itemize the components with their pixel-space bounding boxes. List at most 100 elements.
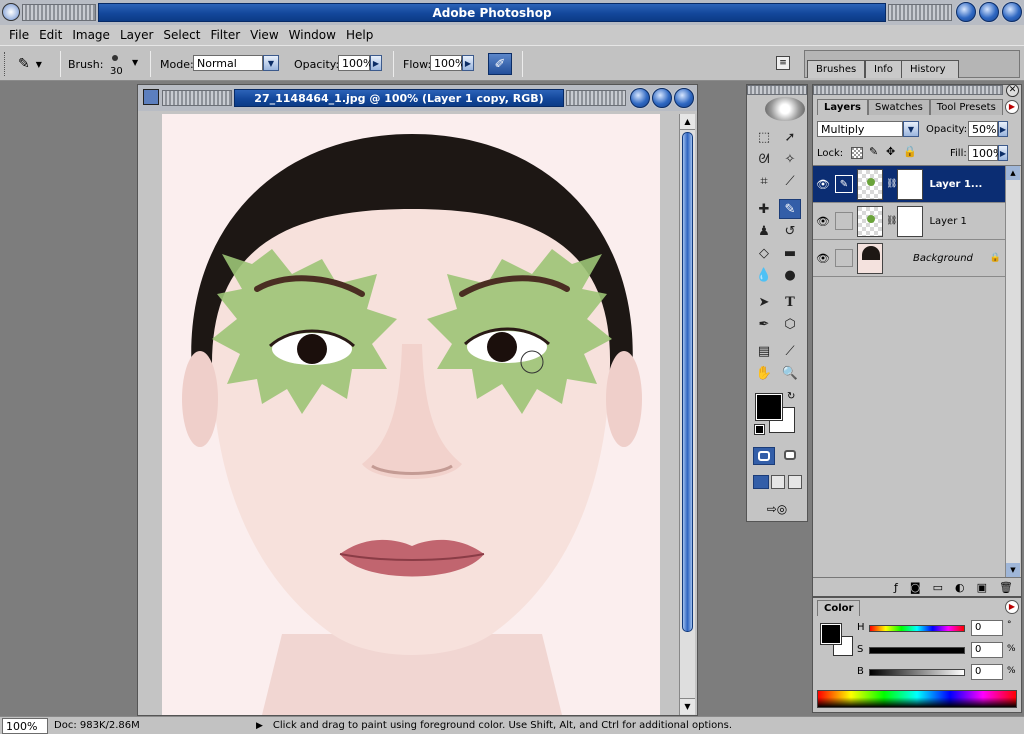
- dodge-tool-icon[interactable]: ●: [779, 265, 801, 285]
- new-layer-icon[interactable]: ▣: [977, 581, 987, 594]
- doc-minimize-button[interactable]: [630, 88, 650, 108]
- close-button[interactable]: [1002, 2, 1022, 22]
- tab-color[interactable]: Color: [817, 600, 861, 616]
- blur-tool-icon[interactable]: 💧: [753, 265, 775, 285]
- notes-tool-icon[interactable]: ▤: [753, 341, 775, 361]
- doc-maximize-button[interactable]: [652, 88, 672, 108]
- eye-icon[interactable]: 👁: [813, 178, 833, 191]
- trash-icon[interactable]: 🗑: [999, 581, 1013, 594]
- lock-all-icon[interactable]: 🔒: [903, 145, 917, 158]
- slice-tool-icon[interactable]: ⟋: [779, 171, 801, 191]
- quick-mask-button[interactable]: [779, 447, 801, 465]
- tool-preset-picker[interactable]: ✎ ▼: [18, 54, 56, 74]
- saturation-slider[interactable]: [869, 647, 965, 654]
- maximize-button[interactable]: [979, 2, 999, 22]
- vertical-scrollbar[interactable]: ▲ ▼: [679, 114, 695, 715]
- screen-mode-full-button[interactable]: [788, 475, 802, 489]
- well-tab-info[interactable]: Info: [865, 60, 902, 78]
- eye-icon[interactable]: 👁: [813, 252, 833, 265]
- status-menu-arrow-icon[interactable]: ▶: [256, 721, 263, 731]
- default-colors-icon[interactable]: [754, 424, 765, 435]
- layer-style-icon[interactable]: ƒ: [894, 581, 898, 594]
- layers-close-button[interactable]: ✕: [1006, 84, 1019, 97]
- brush-tool-icon[interactable]: ✎: [779, 199, 801, 219]
- flow-input[interactable]: 100% ▶: [430, 55, 474, 71]
- marquee-tool-icon[interactable]: ⬚: [753, 127, 775, 147]
- jump-to-imageready-button[interactable]: ⇨◎: [753, 499, 801, 519]
- menu-filter[interactable]: Filter: [205, 28, 245, 42]
- screen-mode-standard-button[interactable]: [753, 475, 769, 489]
- saturation-value[interactable]: 0: [971, 642, 1003, 658]
- new-set-icon[interactable]: ▭: [933, 581, 943, 594]
- lock-image-icon[interactable]: ✎: [869, 145, 878, 158]
- layers-menu-button[interactable]: ▶: [1005, 100, 1019, 114]
- scroll-down-button[interactable]: ▼: [1006, 563, 1020, 577]
- app-icon[interactable]: [2, 3, 20, 21]
- minimize-button[interactable]: [956, 2, 976, 22]
- screen-mode-full-menu-button[interactable]: [771, 475, 785, 489]
- clone-stamp-tool-icon[interactable]: ♟: [753, 221, 775, 241]
- scroll-down-button[interactable]: ▼: [680, 698, 695, 714]
- zoom-field[interactable]: 100%: [2, 717, 48, 734]
- hand-tool-icon[interactable]: ✋: [753, 363, 775, 383]
- link-cell[interactable]: [835, 249, 853, 267]
- blend-mode-select[interactable]: Multiply ▼: [817, 121, 919, 137]
- palette-menu-icon[interactable]: ≡: [776, 56, 790, 70]
- lock-transparency-icon[interactable]: [851, 147, 863, 159]
- airbrush-button[interactable]: ✐: [488, 53, 512, 75]
- history-brush-tool-icon[interactable]: ↺: [779, 221, 801, 241]
- foreground-color-swatch[interactable]: [755, 393, 783, 421]
- brightness-slider[interactable]: [869, 669, 965, 676]
- move-tool-icon[interactable]: ➚: [779, 127, 801, 147]
- document-icon[interactable]: [143, 89, 159, 105]
- type-tool-icon[interactable]: T: [779, 292, 801, 312]
- doc-size[interactable]: Doc: 983K/2.86M: [54, 720, 250, 731]
- layer-row[interactable]: 👁 ✎ ⛓ Layer 1...: [813, 166, 1005, 203]
- brush-picker[interactable]: 30 ▼: [106, 52, 142, 78]
- hue-slider[interactable]: [869, 625, 965, 632]
- tab-layers[interactable]: Layers: [817, 99, 868, 115]
- hue-value[interactable]: 0: [971, 620, 1003, 636]
- well-tab-brushes[interactable]: Brushes: [807, 60, 866, 78]
- healing-brush-tool-icon[interactable]: ✚: [753, 199, 775, 219]
- menu-file[interactable]: File: [4, 28, 34, 42]
- zoom-tool-icon[interactable]: 🔍: [779, 363, 801, 383]
- eyedropper-tool-icon[interactable]: ⟋: [779, 341, 801, 361]
- standard-mode-button[interactable]: [753, 447, 775, 465]
- well-tab-history[interactable]: History: [901, 60, 959, 78]
- color-spectrum-ramp[interactable]: [817, 690, 1017, 708]
- scroll-up-button[interactable]: ▲: [1006, 166, 1020, 180]
- color-menu-button[interactable]: ▶: [1005, 600, 1019, 614]
- lock-position-icon[interactable]: ✥: [886, 145, 895, 158]
- fill-input[interactable]: 100% ▶: [968, 145, 1008, 161]
- color-fg-swatch[interactable]: [820, 623, 842, 645]
- menu-layer[interactable]: Layer: [115, 28, 158, 42]
- scroll-up-button[interactable]: ▲: [680, 114, 695, 130]
- menu-select[interactable]: Select: [158, 28, 205, 42]
- menu-help[interactable]: Help: [341, 28, 378, 42]
- menu-edit[interactable]: Edit: [34, 28, 67, 42]
- layers-scrollbar[interactable]: ▲ ▼: [1005, 166, 1020, 577]
- mode-select[interactable]: Normal ▼: [193, 55, 279, 71]
- tab-swatches[interactable]: Swatches: [868, 99, 930, 115]
- brightness-value[interactable]: 0: [971, 664, 1003, 680]
- opacity-input[interactable]: 100% ▶: [338, 55, 382, 71]
- gradient-tool-icon[interactable]: ▬: [779, 243, 801, 263]
- layer-opacity-input[interactable]: 50% ▶: [968, 121, 1008, 137]
- layer-row[interactable]: 👁 ⛓ Layer 1: [813, 203, 1005, 240]
- link-cell[interactable]: [835, 212, 853, 230]
- menu-image[interactable]: Image: [67, 28, 115, 42]
- shape-tool-icon[interactable]: ⬡: [779, 314, 801, 334]
- tab-tool-presets[interactable]: Tool Presets: [929, 99, 1003, 115]
- magic-wand-tool-icon[interactable]: ✧: [779, 149, 801, 169]
- image-canvas[interactable]: [162, 114, 660, 715]
- add-mask-icon[interactable]: ◙: [910, 581, 921, 594]
- menu-window[interactable]: Window: [284, 28, 341, 42]
- scroll-thumb[interactable]: [682, 132, 693, 632]
- brush-link-icon[interactable]: ✎: [835, 175, 853, 193]
- menu-view[interactable]: View: [245, 28, 283, 42]
- crop-tool-icon[interactable]: ⌗: [753, 171, 775, 191]
- eraser-tool-icon[interactable]: ◇: [753, 243, 775, 263]
- pen-tool-icon[interactable]: ✒: [753, 314, 775, 334]
- eye-icon[interactable]: 👁: [813, 215, 833, 228]
